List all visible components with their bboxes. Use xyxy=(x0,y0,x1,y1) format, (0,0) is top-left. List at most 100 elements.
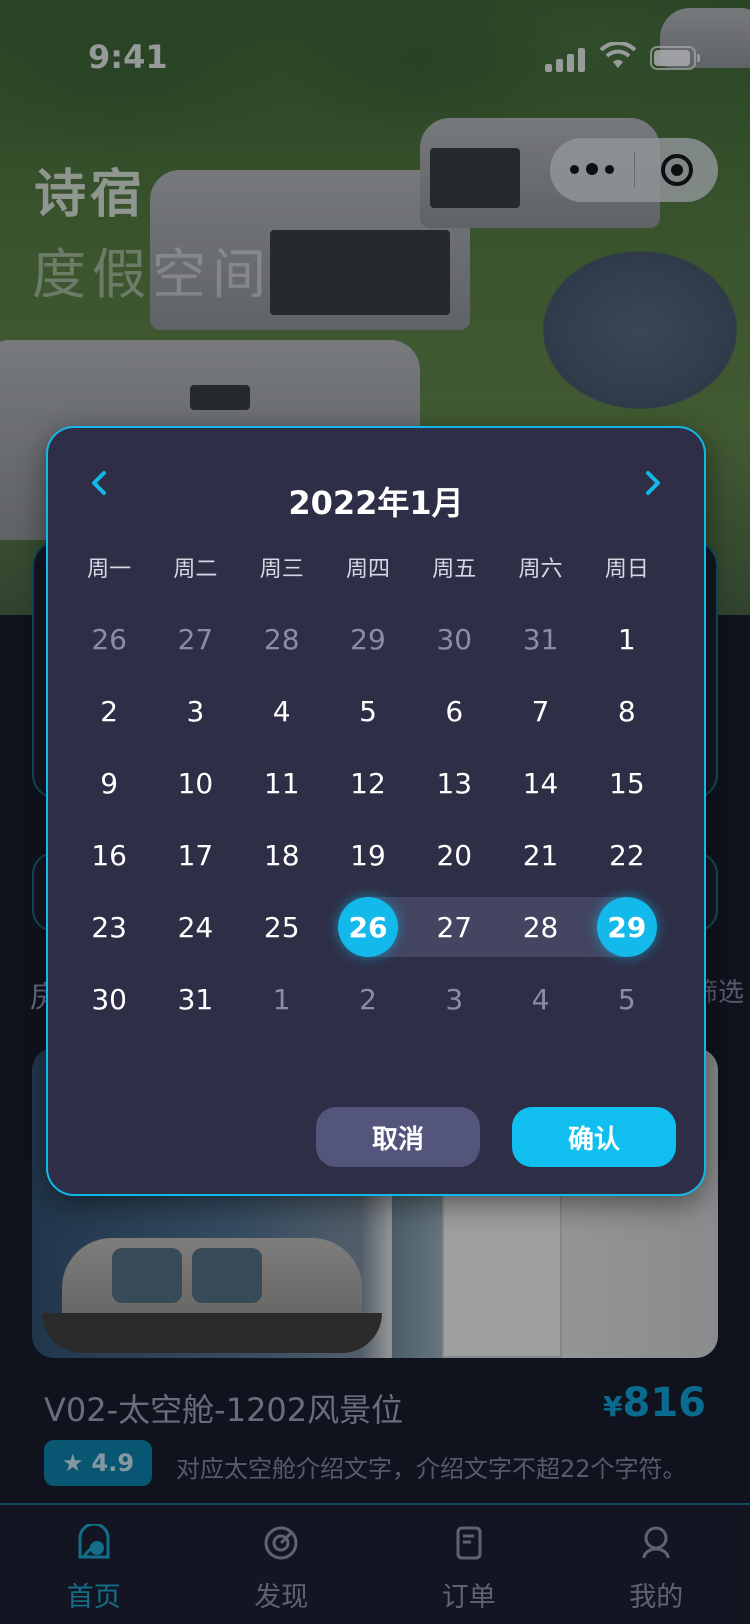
day-number: 29 xyxy=(350,622,386,656)
day-number: 16 xyxy=(91,838,127,872)
calendar-day[interactable]: 18 xyxy=(239,819,325,891)
calendar-day[interactable]: 11 xyxy=(239,747,325,819)
day-number: 15 xyxy=(609,766,645,800)
weekday-label: 周日 xyxy=(604,557,649,582)
calendar-day[interactable]: 27 xyxy=(152,603,238,675)
weekday-label: 周一 xyxy=(87,557,132,582)
day-number: 26 xyxy=(337,897,398,957)
calendar-day[interactable]: 12 xyxy=(325,747,411,819)
day-number: 3 xyxy=(186,694,205,728)
calendar-week-row: 16 17 18 19 20 21 22 xyxy=(66,819,670,891)
weekday-label: 周四 xyxy=(345,557,390,582)
weekday-label: 周五 xyxy=(432,557,477,582)
calendar-day[interactable]: 2 xyxy=(66,675,152,747)
day-number: 1 xyxy=(617,622,636,656)
calendar-day[interactable]: 29 xyxy=(325,603,411,675)
calendar-day[interactable]: 19 xyxy=(325,819,411,891)
calendar-day[interactable]: 17 xyxy=(152,819,238,891)
month-title: 2022年1月 xyxy=(288,484,464,522)
calendar-week-row: 23 24 25 26 27 28 29 xyxy=(66,891,670,963)
calendar-day[interactable]: 7 xyxy=(497,675,583,747)
calendar-day[interactable]: 3 xyxy=(411,963,497,1035)
day-number: 7 xyxy=(531,694,550,728)
calendar-day[interactable]: 4 xyxy=(497,963,583,1035)
calendar-day[interactable]: 23 xyxy=(66,891,152,963)
day-number: 4 xyxy=(272,694,291,728)
calendar-day[interactable]: 2 xyxy=(325,963,411,1035)
day-number: 2 xyxy=(100,694,119,728)
calendar-day[interactable]: 16 xyxy=(66,819,152,891)
calendar-day[interactable]: 24 xyxy=(152,891,238,963)
day-number: 20 xyxy=(436,838,473,872)
calendar-day[interactable]: 13 xyxy=(411,747,497,819)
day-number: 13 xyxy=(436,766,473,800)
calendar-day[interactable]: 1 xyxy=(584,603,670,675)
day-number: 24 xyxy=(177,910,214,944)
calendar-day[interactable]: 28 xyxy=(239,603,325,675)
calendar-day[interactable]: 1 xyxy=(239,963,325,1035)
calendar-day[interactable]: 30 xyxy=(66,963,152,1035)
day-number: 4 xyxy=(531,982,550,1016)
range-end-day[interactable]: 29 xyxy=(584,891,670,963)
day-number: 22 xyxy=(609,838,645,872)
day-number: 1 xyxy=(272,982,291,1016)
day-number: 8 xyxy=(617,694,636,728)
cancel-button[interactable]: 取消 xyxy=(316,1107,480,1167)
date-picker-modal: 2022年1月 周一 周二 周三 周四 周五 周六 周日 26 27 28 29 30 3… xyxy=(46,426,706,1196)
confirm-button[interactable]: 确认 xyxy=(512,1107,676,1167)
calendar-day[interactable]: 22 xyxy=(584,819,670,891)
day-number: 6 xyxy=(445,694,464,728)
day-number: 27 xyxy=(177,622,214,656)
day-number: 28 xyxy=(522,910,559,944)
calendar-header: 2022年1月 xyxy=(48,428,704,543)
calendar-day[interactable]: 26 xyxy=(66,603,152,675)
day-number: 10 xyxy=(177,766,214,800)
calendar-day[interactable]: 25 xyxy=(239,891,325,963)
next-month-button[interactable] xyxy=(628,458,678,508)
calendar-week-row: 30 31 1 2 3 4 5 xyxy=(66,963,670,1035)
calendar-day[interactable]: 5 xyxy=(325,675,411,747)
day-number: 19 xyxy=(350,838,386,872)
calendar-day[interactable]: 30 xyxy=(411,603,497,675)
calendar-day[interactable]: 15 xyxy=(584,747,670,819)
calendar-week-row: 2 3 4 5 6 7 8 xyxy=(66,675,670,747)
day-number: 25 xyxy=(263,910,300,944)
chevron-right-icon xyxy=(646,471,660,495)
weekday-header: 周一 周二 周三 周四 周五 周六 周日 xyxy=(66,551,670,583)
range-start-day[interactable]: 26 xyxy=(325,891,411,963)
calendar-week-row: 26 27 28 29 30 31 1 xyxy=(66,603,670,675)
day-number: 11 xyxy=(263,766,300,800)
day-number: 27 xyxy=(436,910,473,944)
calendar-day[interactable]: 21 xyxy=(497,819,583,891)
calendar-day[interactable]: 27 xyxy=(411,891,497,963)
calendar-day[interactable]: 10 xyxy=(152,747,238,819)
day-number: 30 xyxy=(91,982,127,1016)
day-number: 26 xyxy=(91,622,127,656)
calendar-day[interactable]: 9 xyxy=(66,747,152,819)
calendar-day[interactable]: 6 xyxy=(411,675,497,747)
day-number: 5 xyxy=(617,982,636,1016)
calendar-day[interactable]: 4 xyxy=(239,675,325,747)
day-number: 28 xyxy=(263,622,300,656)
calendar-day[interactable]: 31 xyxy=(497,603,583,675)
weekday-label: 周六 xyxy=(518,557,563,582)
calendar-day[interactable]: 14 xyxy=(497,747,583,819)
calendar-week-row: 9 10 11 12 13 14 15 xyxy=(66,747,670,819)
day-number: 2 xyxy=(359,982,377,1016)
day-number: 31 xyxy=(522,622,559,656)
day-number: 9 xyxy=(100,766,119,800)
day-number: 21 xyxy=(522,838,559,872)
day-number: 14 xyxy=(522,766,559,800)
calendar-day[interactable]: 8 xyxy=(584,675,670,747)
calendar-grid: 26 27 28 29 30 31 1 2 3 4 5 6 7 8 9 10 11 12 13 14 15 16 17 18 1… xyxy=(66,603,670,1035)
calendar-day[interactable]: 20 xyxy=(411,819,497,891)
day-number: 30 xyxy=(436,622,473,656)
weekday-label: 周二 xyxy=(173,557,218,582)
calendar-day[interactable]: 28 xyxy=(497,891,583,963)
day-number: 5 xyxy=(359,694,377,728)
calendar-day[interactable]: 5 xyxy=(584,963,670,1035)
day-number: 17 xyxy=(177,838,214,872)
calendar-day[interactable]: 3 xyxy=(152,675,238,747)
calendar-day[interactable]: 31 xyxy=(152,963,238,1035)
weekday-label: 周三 xyxy=(259,557,304,582)
